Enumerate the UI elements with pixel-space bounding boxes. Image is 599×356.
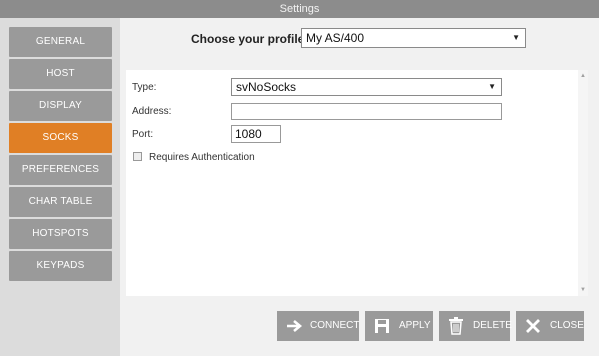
sidebar-item-label: DISPLAY — [39, 100, 82, 111]
panel-scrollbar[interactable]: ▲ ▼ — [578, 70, 588, 296]
sidebar-item-general[interactable]: GENERAL — [9, 27, 112, 57]
port-input[interactable] — [231, 125, 281, 143]
requires-auth-label: Requires Authentication — [149, 152, 255, 163]
caret-down-icon: ▼ — [512, 33, 520, 42]
requires-auth-checkbox[interactable] — [133, 152, 142, 161]
sidebar-item-label: HOTSPOTS — [32, 228, 89, 239]
address-input[interactable] — [231, 103, 502, 120]
window-title-bar: Settings — [0, 0, 599, 18]
connect-label: CONNECT — [310, 320, 360, 331]
sidebar-item-hotspots[interactable]: HOTSPOTS — [9, 219, 112, 249]
socks-panel: Type: svNoSocks ▼ Address: Port: Require… — [126, 70, 588, 296]
connect-button[interactable]: CONNECT — [277, 311, 359, 341]
settings-sidebar: GENERAL HOST DISPLAY SOCKS PREFERENCES C… — [0, 18, 120, 356]
apply-button[interactable]: APPLY — [365, 311, 433, 341]
apply-label: APPLY — [399, 320, 431, 331]
close-label: CLOSE — [550, 320, 584, 331]
sidebar-item-host[interactable]: HOST — [9, 59, 112, 89]
port-label: Port: — [132, 129, 154, 140]
sidebar-item-label: HOST — [46, 68, 75, 79]
delete-button[interactable]: DELETE — [439, 311, 512, 341]
address-label: Address: — [132, 106, 172, 117]
arrow-right-icon — [285, 311, 305, 341]
profile-select[interactable]: My AS/400 ▼ — [301, 28, 526, 48]
caret-down-icon: ▼ — [488, 82, 496, 91]
sidebar-item-label: CHAR TABLE — [28, 196, 93, 207]
socks-type-value: svNoSocks — [236, 80, 297, 94]
sidebar-item-keypads[interactable]: KEYPADS — [9, 251, 112, 281]
sidebar-item-socks[interactable]: SOCKS — [9, 123, 112, 153]
settings-main: Choose your profile: My AS/400 ▼ Type: s… — [120, 18, 599, 356]
scroll-up-arrow-icon[interactable]: ▲ — [580, 73, 586, 79]
sidebar-item-label: PREFERENCES — [21, 164, 100, 175]
window-title: Settings — [279, 3, 320, 15]
scroll-down-arrow-icon[interactable]: ▼ — [580, 287, 586, 293]
sidebar-item-label: SOCKS — [42, 132, 79, 143]
type-label: Type: — [132, 82, 157, 93]
close-button[interactable]: CLOSE — [516, 311, 584, 341]
socks-type-select[interactable]: svNoSocks ▼ — [231, 78, 502, 96]
sidebar-item-preferences[interactable]: PREFERENCES — [9, 155, 112, 185]
profile-select-value: My AS/400 — [306, 31, 365, 45]
sidebar-item-label: KEYPADS — [36, 260, 85, 271]
sidebar-item-label: GENERAL — [35, 36, 86, 47]
sidebar-item-display[interactable]: DISPLAY — [9, 91, 112, 121]
floppy-disk-icon — [373, 311, 391, 341]
delete-label: DELETE — [473, 320, 512, 331]
sidebar-item-char-table[interactable]: CHAR TABLE — [9, 187, 112, 217]
close-x-icon — [525, 311, 541, 341]
trash-icon — [448, 311, 464, 341]
profile-label: Choose your profile: — [191, 32, 309, 46]
